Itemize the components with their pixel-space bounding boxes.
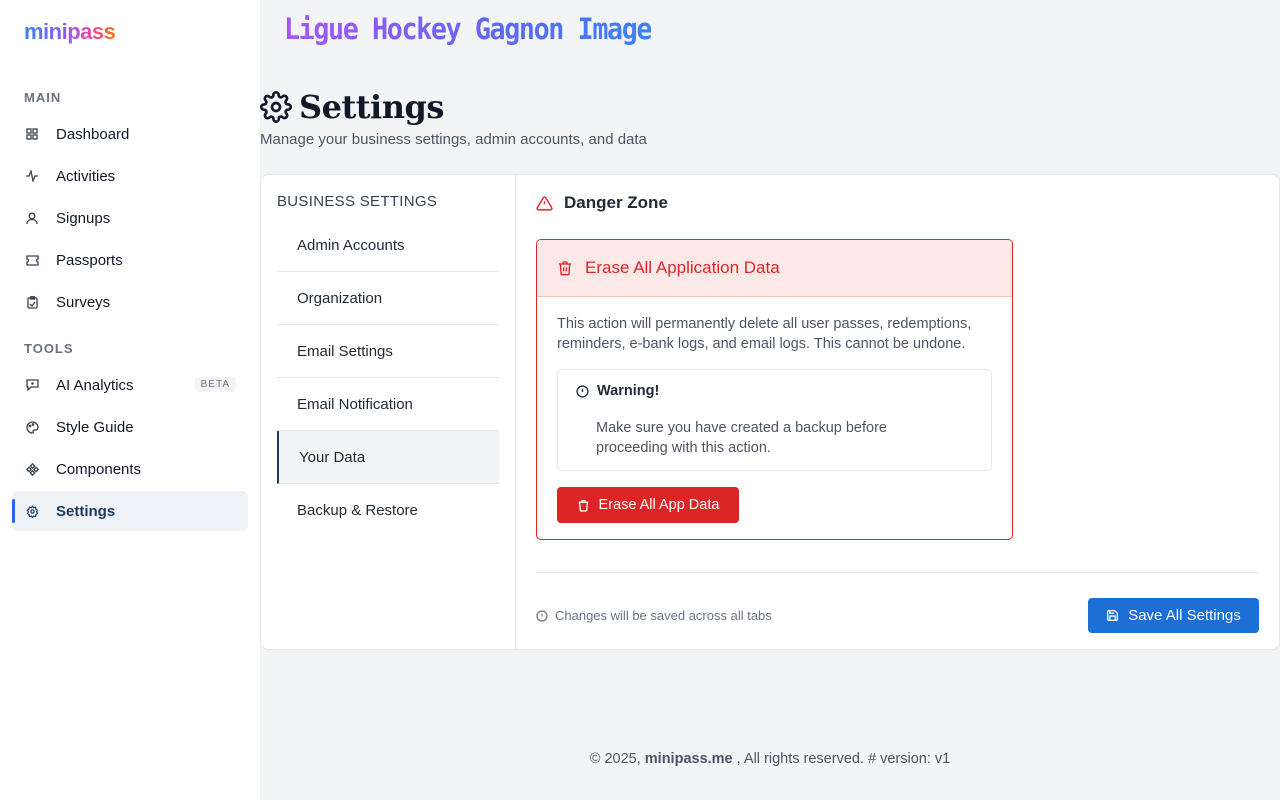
sidebar-item-components[interactable]: Components bbox=[12, 449, 248, 489]
logo-text: minipass bbox=[24, 19, 116, 44]
erase-data-box: Erase All Application Data This action w… bbox=[536, 239, 1013, 540]
erase-data-box-title: Erase All Application Data bbox=[585, 258, 780, 277]
trash-icon bbox=[577, 499, 590, 512]
tab-organization[interactable]: Organization bbox=[277, 272, 499, 325]
danger-zone-header: Danger Zone bbox=[536, 193, 668, 213]
erase-button-label: Erase All App Data bbox=[598, 497, 720, 513]
save-icon bbox=[1106, 609, 1119, 622]
components-icon bbox=[24, 461, 40, 477]
sidebar-item-passports[interactable]: Passports bbox=[12, 240, 248, 280]
save-button-label: Save All Settings bbox=[1128, 607, 1241, 624]
danger-zone-title: Danger Zone bbox=[564, 193, 668, 212]
sidebar: minipass MAIN Dashboard Activities Signu… bbox=[0, 0, 260, 800]
tab-email-notification[interactable]: Email Notification bbox=[277, 378, 499, 431]
warning-callout: Warning! Make sure you have created a ba… bbox=[557, 369, 992, 471]
warning-title: Warning! bbox=[597, 383, 660, 399]
info-icon bbox=[536, 609, 548, 622]
divider bbox=[536, 572, 1259, 573]
sidebar-item-label: Style Guide bbox=[56, 418, 134, 436]
footer: © 2025, minipass.me , All rights reserve… bbox=[260, 751, 1280, 767]
alert-circle-icon bbox=[576, 384, 589, 398]
section-label-main: MAIN bbox=[24, 90, 62, 105]
organization-name: Ligue Hockey Gagnon Image bbox=[284, 12, 652, 46]
activity-icon bbox=[24, 168, 40, 184]
tab-email-settings[interactable]: Email Settings bbox=[277, 325, 499, 378]
sidebar-item-label: AI Analytics bbox=[56, 376, 134, 394]
beta-badge: BETA bbox=[194, 377, 236, 392]
sidebar-item-label: Passports bbox=[56, 251, 123, 269]
sidebar-item-activities[interactable]: Activities bbox=[12, 156, 248, 196]
sidebar-item-settings[interactable]: Settings bbox=[12, 491, 248, 531]
sidebar-item-label: Surveys bbox=[56, 293, 111, 311]
tab-admin-accounts[interactable]: Admin Accounts bbox=[277, 219, 499, 272]
tab-your-data[interactable]: Your Data bbox=[277, 431, 499, 484]
footer-rights: , All rights reserved. # version: v1 bbox=[736, 751, 951, 767]
gear-icon bbox=[260, 91, 292, 123]
save-note-text: Changes will be saved across all tabs bbox=[555, 608, 772, 623]
erase-data-description: This action will permanently delete all … bbox=[557, 316, 972, 352]
sidebar-item-label: Signups bbox=[56, 209, 111, 227]
grid-icon bbox=[24, 126, 40, 142]
save-note: Changes will be saved across all tabs bbox=[536, 608, 772, 623]
sidebar-item-style-guide[interactable]: Style Guide bbox=[12, 407, 248, 447]
warning-header: Warning! bbox=[576, 383, 659, 399]
page-header: Settings bbox=[260, 88, 444, 126]
chat-icon bbox=[24, 377, 40, 393]
ticket-icon bbox=[24, 252, 40, 268]
settings-card: BUSINESS SETTINGS Admin Accounts Organiz… bbox=[260, 174, 1280, 650]
sidebar-item-signups[interactable]: Signups bbox=[12, 198, 248, 238]
erase-all-app-data-button[interactable]: Erase All App Data bbox=[557, 487, 739, 523]
sidebar-item-ai-analytics[interactable]: AI Analytics BETA bbox=[12, 365, 248, 405]
alert-triangle-icon bbox=[536, 195, 553, 212]
settings-tabs: BUSINESS SETTINGS Admin Accounts Organiz… bbox=[261, 175, 516, 649]
user-icon bbox=[24, 210, 40, 226]
sidebar-item-label: Dashboard bbox=[56, 125, 130, 143]
sidebar-item-label: Activities bbox=[56, 167, 116, 185]
save-all-settings-button[interactable]: Save All Settings bbox=[1088, 598, 1259, 633]
sidebar-item-label: Components bbox=[56, 460, 142, 478]
sidebar-item-label: Settings bbox=[56, 502, 116, 520]
minipass-logo[interactable]: minipass bbox=[24, 19, 116, 44]
sidebar-item-dashboard[interactable]: Dashboard bbox=[12, 114, 248, 154]
tab-backup-restore[interactable]: Backup & Restore bbox=[277, 484, 499, 537]
warning-text: Make sure you have created a backup befo… bbox=[596, 420, 887, 456]
footer-brand-link[interactable]: minipass.me bbox=[645, 751, 733, 767]
erase-data-box-header: Erase All Application Data bbox=[537, 240, 1012, 297]
sidebar-item-surveys[interactable]: Surveys bbox=[12, 282, 248, 322]
page-title: Settings bbox=[299, 88, 444, 126]
clipboard-icon bbox=[24, 294, 40, 310]
tabs-heading: BUSINESS SETTINGS bbox=[277, 193, 438, 210]
section-label-tools: TOOLS bbox=[24, 341, 74, 356]
your-data-panel: Danger Zone Erase All Application Data T… bbox=[536, 175, 1260, 649]
page-subtitle: Manage your business settings, admin acc… bbox=[260, 131, 647, 148]
trash-icon bbox=[557, 260, 573, 276]
gear-icon bbox=[24, 503, 40, 519]
palette-icon bbox=[24, 419, 40, 435]
footer-copyright: © 2025, bbox=[589, 751, 641, 767]
